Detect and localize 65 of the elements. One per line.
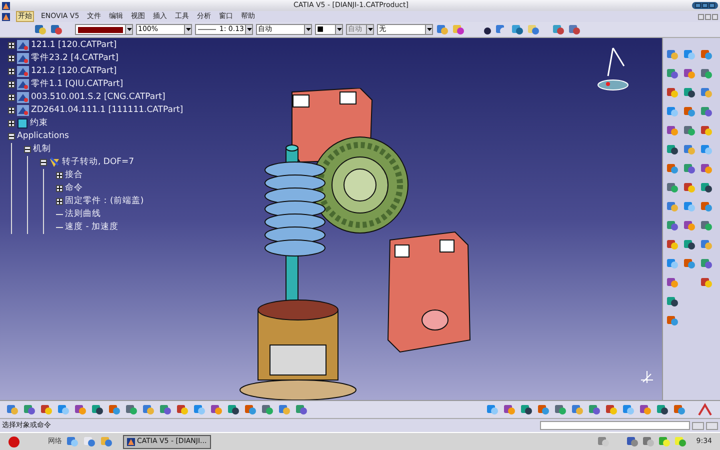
tree-item-label[interactable]: 003.510.001.S.2 [CNG.CATPart] [31, 92, 166, 103]
tool-icon[interactable] [227, 403, 240, 416]
app-logo-icon [127, 438, 135, 446]
expand-toggle[interactable] [8, 94, 15, 101]
expand-toggle[interactable] [8, 81, 15, 88]
ok-button[interactable] [692, 422, 704, 430]
tree-item-label[interactable]: 零件23.2 [4.CATPart] [31, 53, 118, 64]
collapse-toggle[interactable] [24, 146, 31, 153]
tree-item-label[interactable]: 固定零件：(前端盖) [65, 196, 144, 207]
expand-toggle[interactable] [8, 42, 15, 49]
cancel-button[interactable] [706, 422, 718, 430]
app-logo-icon [2, 2, 10, 10]
tree-item-label[interactable]: 约束 [30, 118, 48, 129]
part-icon [17, 92, 29, 103]
part-icon [17, 79, 29, 90]
tool-icon[interactable] [666, 295, 679, 308]
command-input-field[interactable] [540, 421, 690, 430]
tool-icon[interactable] [656, 403, 669, 416]
expand-toggle[interactable] [56, 198, 63, 205]
caret-icon [246, 28, 252, 31]
part-icon [17, 66, 29, 77]
tool-icon[interactable] [683, 86, 696, 99]
tree-item-label[interactable]: ZD2641.04.111.1 [111111.CATPart] [31, 105, 184, 116]
brand-logo-icon [696, 402, 714, 416]
caret-icon [368, 28, 372, 31]
tree-item-label[interactable]: 法则曲线 [65, 209, 101, 220]
tree-item-label[interactable]: 转子转动, DOF=7 [62, 157, 134, 168]
tree-item-label[interactable]: 接合 [65, 170, 83, 181]
expand-toggle[interactable] [8, 120, 15, 127]
constraints-icon [17, 118, 28, 129]
caret-icon [426, 28, 432, 31]
compass-icon[interactable] [596, 46, 630, 92]
expand-toggle[interactable] [8, 107, 15, 114]
tool-icon[interactable] [520, 403, 533, 416]
tree-item-label[interactable]: 121.1 [120.CATPart] [31, 40, 117, 51]
maximize-button[interactable] [702, 3, 708, 8]
collapse-toggle[interactable] [40, 159, 47, 166]
app-logo-icon [2, 12, 10, 20]
tree-item-label[interactable]: 零件1.1 [QIU.CATPart] [31, 79, 124, 90]
caret-icon [186, 28, 190, 31]
expand-toggle[interactable] [8, 68, 15, 75]
tool-icon[interactable] [683, 238, 696, 251]
dropdown-field[interactable] [75, 24, 133, 35]
start-orb-icon[interactable] [8, 436, 20, 448]
tool-icon[interactable] [666, 143, 679, 156]
restore-button[interactable] [705, 14, 711, 20]
tool-icon[interactable] [91, 403, 104, 416]
axis-icon [640, 370, 654, 384]
part-icon [17, 40, 29, 51]
mechanism-icon [49, 157, 60, 168]
tree-item-label[interactable]: 速度 - 加速度 [65, 222, 118, 233]
tree-item-label[interactable]: Applications [17, 131, 69, 142]
expand-toggle[interactable] [8, 55, 15, 62]
tool-icon[interactable] [700, 181, 713, 194]
expand-toggle[interactable] [56, 172, 63, 179]
collapse-toggle[interactable] [8, 133, 15, 140]
caret-icon [336, 28, 342, 31]
tree-item-label[interactable]: 121.2 [120.CATPart] [31, 66, 117, 77]
expand-toggle[interactable] [56, 185, 63, 192]
tree-item-label[interactable]: 机制 [33, 144, 51, 155]
caret-icon [126, 28, 132, 31]
tree-item-label[interactable]: 命令 [65, 183, 83, 194]
caret-icon [306, 28, 310, 31]
part-icon [17, 105, 29, 116]
part-icon [17, 53, 29, 64]
